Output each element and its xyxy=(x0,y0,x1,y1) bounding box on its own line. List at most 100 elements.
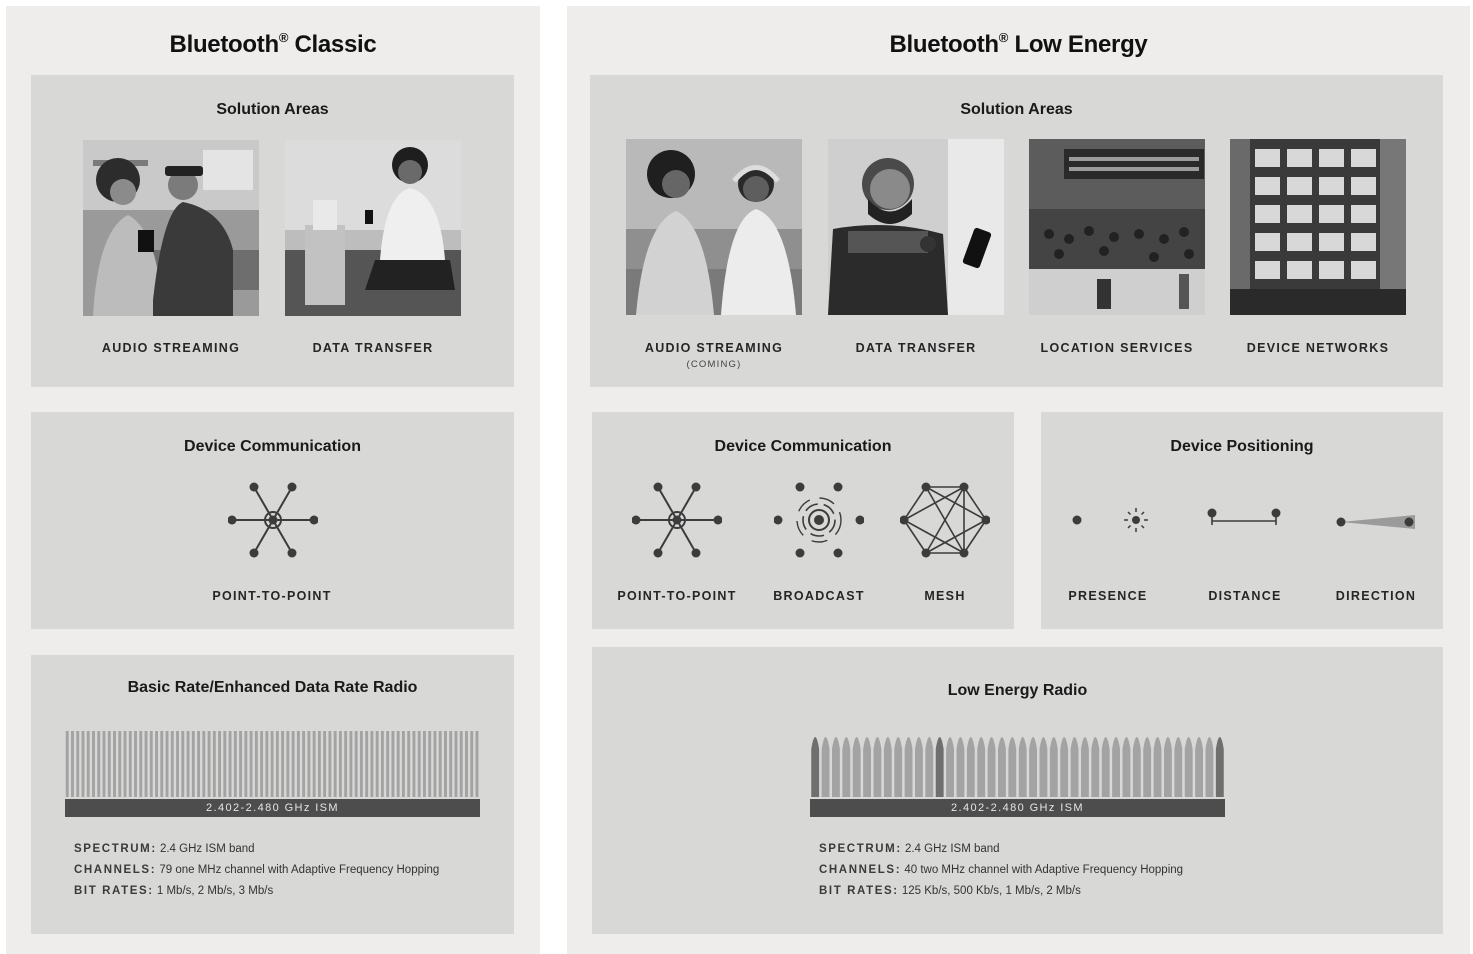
data-channel xyxy=(832,737,840,797)
classic-radio-panel: Basic Rate/Enhanced Data Rate Radio 2.40… xyxy=(31,655,514,934)
channel-bar xyxy=(144,731,148,797)
data-channel xyxy=(1153,737,1162,797)
data-channel xyxy=(956,737,965,797)
channel-bar xyxy=(228,731,232,797)
channel-bar xyxy=(123,731,127,797)
channel-bar xyxy=(76,731,80,797)
channel-bar xyxy=(407,731,411,797)
channel-bar xyxy=(149,731,153,797)
channel-bar xyxy=(291,731,295,797)
channel-bar xyxy=(223,731,227,797)
channel-bar xyxy=(444,731,447,797)
spec-row: BIT RATES: 1 Mb/s, 2 Mb/s, 3 Mb/s xyxy=(74,885,274,897)
channel-bar xyxy=(412,731,416,797)
direction-icon xyxy=(1336,515,1415,529)
data-channel xyxy=(946,737,954,797)
channel-bar xyxy=(155,731,158,797)
channel-bar xyxy=(459,731,463,797)
advertising-channel xyxy=(935,737,944,797)
data-transfer-photo xyxy=(828,139,1004,315)
solution-label: DATA TRANSFER xyxy=(855,341,977,355)
advertising-channel xyxy=(811,737,820,797)
data-channel xyxy=(1143,737,1152,797)
channel-bar xyxy=(365,731,369,797)
data-channel xyxy=(1122,737,1131,797)
broadcast-icon xyxy=(774,482,864,558)
channel-bar xyxy=(244,731,248,797)
channel-bar xyxy=(86,731,90,797)
data-channel xyxy=(1039,737,1048,797)
channel-bar xyxy=(349,731,353,797)
channel-bar xyxy=(139,731,143,797)
channel-bar xyxy=(170,731,174,797)
radio-specs: SPECTRUM: 2.4 GHz ISM band CHANNELS: 79 … xyxy=(74,839,439,902)
channel-bar xyxy=(465,731,468,797)
channel-bar xyxy=(275,731,279,797)
channel-bar xyxy=(302,731,306,797)
data-channel xyxy=(966,737,975,797)
channel-bar xyxy=(338,731,342,797)
data-channel xyxy=(1164,737,1172,797)
channel-bar xyxy=(71,731,74,797)
data-channel xyxy=(842,737,851,797)
data-channel xyxy=(1091,737,1100,797)
data-channel xyxy=(821,737,830,797)
data-channel xyxy=(1195,737,1203,797)
channel-bar xyxy=(312,731,316,797)
data-channel xyxy=(873,737,882,797)
data-channel xyxy=(1008,737,1017,797)
data-channel xyxy=(1112,737,1120,797)
channel-bar xyxy=(92,731,95,797)
data-channel xyxy=(1132,737,1141,797)
panel-title: Device Communication xyxy=(184,438,361,455)
channel-bar xyxy=(307,731,311,797)
channel-bar xyxy=(470,731,474,797)
device-networks-photo xyxy=(1230,139,1406,315)
classic-title: Bluetooth® Classic xyxy=(169,30,377,58)
panel-title: Basic Rate/Enhanced Data Rate Radio xyxy=(127,679,418,696)
data-channel xyxy=(894,737,903,797)
classic-device-communication-panel: Device Communication POINT-TO-POINT xyxy=(31,412,514,629)
location-services-photo xyxy=(1029,139,1205,315)
data-channel xyxy=(863,737,872,797)
spec-row: BIT RATES: 125 Kb/s, 500 Kb/s, 1 Mb/s, 2… xyxy=(819,885,1081,897)
panel-title: Solution Areas xyxy=(216,101,329,118)
data-channel xyxy=(852,737,861,797)
positioning-label: DIRECTION xyxy=(1335,589,1417,603)
solution-label: DEVICE NETWORKS xyxy=(1246,341,1390,355)
point-to-point-icon xyxy=(228,482,318,558)
channel-bar xyxy=(323,731,327,797)
classic-solution-areas-panel: Solution Areas AUDIO STREAMING DATA TRAN… xyxy=(31,75,514,387)
data-channel xyxy=(915,737,923,797)
spec-row: SPECTRUM: 2.4 GHz ISM band xyxy=(74,843,255,855)
channel-bar xyxy=(134,731,137,797)
data-channel xyxy=(1049,737,1058,797)
channel-bar xyxy=(202,731,206,797)
spec-row: CHANNELS: 79 one MHz channel with Adapti… xyxy=(74,864,440,876)
channel-bar xyxy=(97,731,101,797)
data-channel xyxy=(1101,737,1110,797)
channel-bar xyxy=(197,731,201,797)
point-to-point-icon xyxy=(632,482,722,558)
data-channel xyxy=(987,737,996,797)
channel-bar xyxy=(207,731,211,797)
solution-label: AUDIO STREAMING xyxy=(101,341,241,355)
data-channel xyxy=(1060,737,1069,797)
channel-bar xyxy=(328,731,332,797)
audio-streaming-photo xyxy=(626,139,802,315)
channel-bar xyxy=(286,731,290,797)
data-channel xyxy=(998,737,1006,797)
data-channel xyxy=(904,737,913,797)
channel-bar xyxy=(160,731,164,797)
channel-bar xyxy=(176,731,179,797)
le-title: Bluetooth® Low Energy xyxy=(889,30,1148,58)
channel-bar xyxy=(433,731,437,797)
band-bar: 2.402-2.480 GHz ISM xyxy=(65,799,480,817)
channel-spectrum-graphic xyxy=(811,737,1224,797)
channel-bar xyxy=(375,731,379,797)
data-channel xyxy=(1029,737,1037,797)
advertising-channel xyxy=(1215,737,1224,797)
channel-bar xyxy=(186,731,190,797)
mesh-icon xyxy=(900,482,990,558)
radio-specs: SPECTRUM: 2.4 GHz ISM band CHANNELS: 40 … xyxy=(819,839,1183,902)
